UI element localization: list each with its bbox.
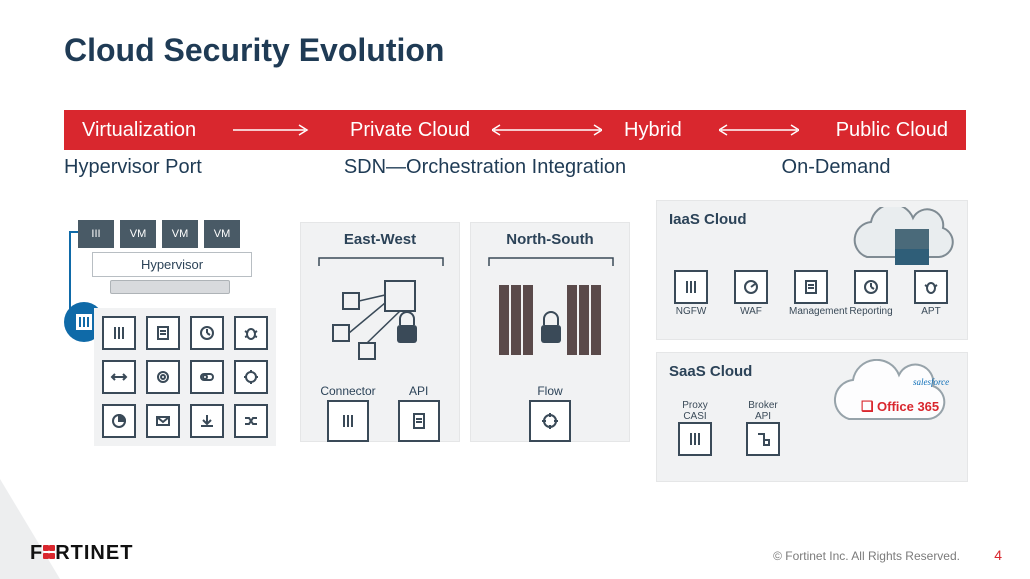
api-item: API xyxy=(398,384,440,442)
bars-icon xyxy=(674,270,708,304)
connector-item: Connector xyxy=(320,384,375,442)
bug-icon xyxy=(234,316,268,350)
download-icon xyxy=(190,404,224,438)
vm-box: VM xyxy=(162,220,198,248)
colon-icon xyxy=(49,545,55,559)
copyright-text: © Fortinet Inc. All Rights Reserved. xyxy=(773,549,960,563)
brand-logo: FRTINET xyxy=(30,542,133,565)
page-number: 4 xyxy=(994,547,1002,563)
vm-box: VM xyxy=(204,220,240,248)
subtitle-on-demand: On-Demand xyxy=(706,156,966,179)
north-south-panel: North-South Flow xyxy=(470,222,630,442)
gear-icon xyxy=(146,360,180,394)
iaas-panel: IaaS Cloud NGFW WAF Management Reporting… xyxy=(656,200,968,340)
east-west-graphic xyxy=(301,268,459,378)
iaas-apt-label: APT xyxy=(909,306,953,317)
bars-icon xyxy=(327,400,369,442)
stage-virtualization: Virtualization xyxy=(64,119,214,142)
toggle-icon xyxy=(190,360,224,394)
svg-text:❏: ❏ xyxy=(861,398,874,414)
subtitle-sdn: SDN—Orchestration Integration xyxy=(264,156,706,179)
saas-broker: Broker API xyxy=(737,400,789,458)
iaas-waf: WAF xyxy=(729,270,773,317)
vm-box: VM xyxy=(120,220,156,248)
pie-icon xyxy=(102,404,136,438)
double-arrow-icon xyxy=(700,124,818,136)
stages-bar: Virtualization Private Cloud Hybrid Publ… xyxy=(64,110,966,150)
bars-icon xyxy=(102,316,136,350)
saas-broker-label: Broker API xyxy=(737,400,789,422)
vm-row: III VM VM VM xyxy=(78,220,240,248)
arrow-icon xyxy=(214,124,332,136)
flow-item: Flow xyxy=(529,384,571,442)
bars-icon xyxy=(678,422,712,456)
bracket-icon xyxy=(301,254,461,268)
svg-text:salesforce: salesforce xyxy=(913,377,949,387)
cloud-stack-icon xyxy=(847,207,957,281)
double-arrow-icon xyxy=(488,124,606,136)
stage-private-cloud: Private Cloud xyxy=(332,119,488,142)
iaas-ngfw-label: NGFW xyxy=(669,306,713,317)
api-label: API xyxy=(398,384,440,398)
gauge-icon xyxy=(734,270,768,304)
north-south-heading: North-South xyxy=(471,231,629,248)
stage-hybrid: Hybrid xyxy=(606,119,700,142)
cog-icon xyxy=(234,360,268,394)
target-icon xyxy=(529,400,571,442)
iaas-waf-label: WAF xyxy=(729,306,773,317)
server-rack-icon xyxy=(110,280,230,294)
envelope-icon xyxy=(146,404,180,438)
bracket-icon xyxy=(471,254,631,268)
hypervisor-box: Hypervisor xyxy=(92,252,252,277)
iaas-mgmt: Management xyxy=(789,270,833,317)
flow-label: Flow xyxy=(529,384,571,398)
clipboard-icon xyxy=(146,316,180,350)
capability-grid xyxy=(94,308,276,446)
clock-icon xyxy=(190,316,224,350)
iaas-ngfw: NGFW xyxy=(669,270,713,317)
arrows-h-icon xyxy=(102,360,136,394)
connector-label: Connector xyxy=(320,384,375,398)
saas-proxy-label: Proxy CASI xyxy=(669,400,721,422)
east-west-heading: East-West xyxy=(301,231,459,248)
iaas-mgmt-label: Management xyxy=(789,306,833,317)
svg-text:Office 365: Office 365 xyxy=(877,399,939,414)
stage-public-cloud: Public Cloud xyxy=(818,119,966,142)
saas-panel: SaaS Cloud salesforce ❏ Office 365 Proxy… xyxy=(656,352,968,482)
vm-bars: III xyxy=(78,220,114,248)
stage-subtitles: Hypervisor Port SDN—Orchestration Integr… xyxy=(64,156,966,179)
iaas-reporting-label: Reporting xyxy=(849,306,893,317)
flow-icon xyxy=(746,422,780,456)
subtitle-hypervisor-port: Hypervisor Port xyxy=(64,156,264,179)
clipboard-icon xyxy=(794,270,828,304)
shuffle-icon xyxy=(234,404,268,438)
clipboard-icon xyxy=(398,400,440,442)
slide-title: Cloud Security Evolution xyxy=(64,32,444,69)
saas-proxy: Proxy CASI xyxy=(669,400,721,458)
north-south-graphic xyxy=(471,268,629,378)
saas-cloud-icon: salesforce ❏ Office 365 xyxy=(827,359,957,449)
east-west-panel: East-West Connector API xyxy=(300,222,460,442)
